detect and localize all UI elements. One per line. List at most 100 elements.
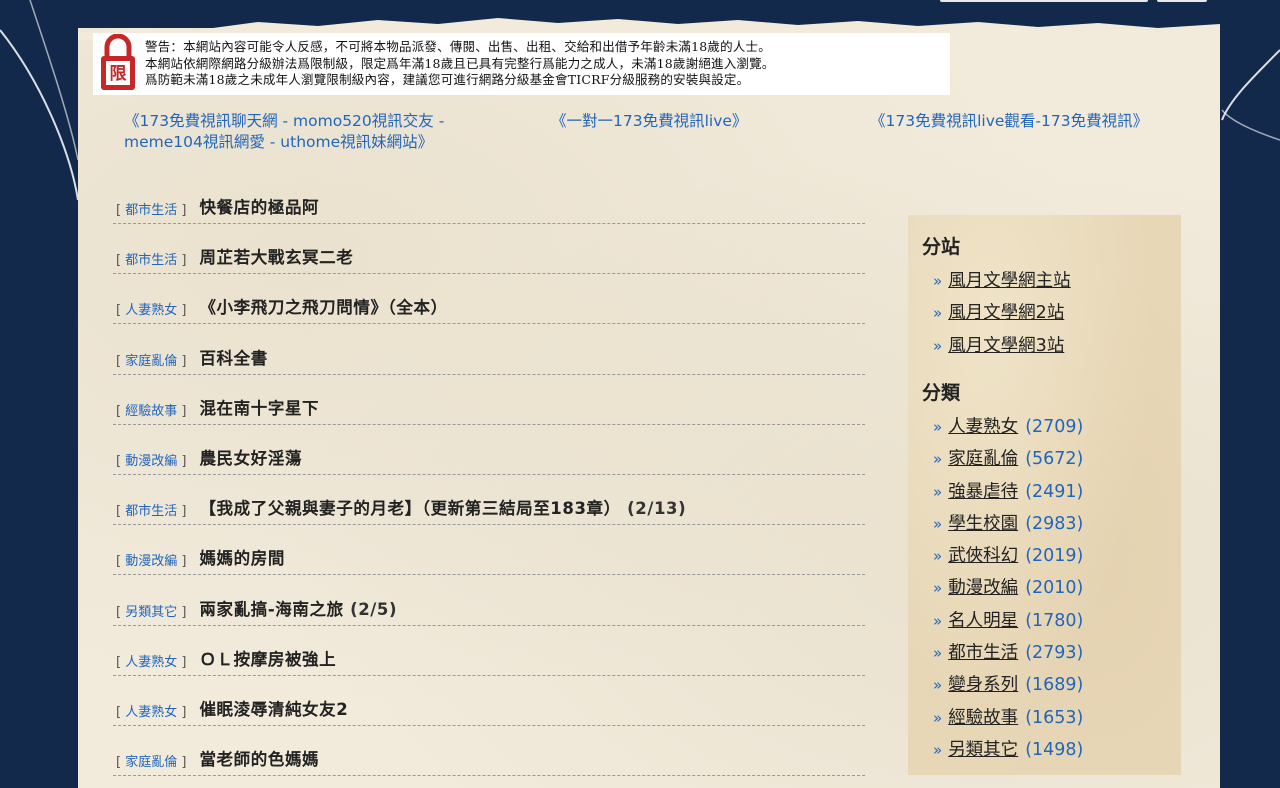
category-count: (2983) bbox=[1025, 513, 1084, 534]
post-category-link[interactable]: [ 人妻熟女 ] bbox=[116, 701, 186, 720]
post-category-link[interactable]: [ 動漫改編 ] bbox=[116, 450, 186, 469]
bullet-arrow-icon: » bbox=[933, 450, 943, 469]
warning-line: 本網站依網際網路分級辦法爲限制級，限定爲年滿18歲且已具有完整行爲能力之成人，未… bbox=[145, 55, 775, 71]
warning-text: 警告：本網站內容可能令人反感，不可將本物品派發、傳閱、出售、出租、交給和出借予年… bbox=[145, 39, 955, 89]
category-count: (1498) bbox=[1025, 739, 1084, 760]
bullet-arrow-icon: » bbox=[933, 611, 943, 630]
sidebar-site-item: » 風月文學網2站 bbox=[933, 299, 1173, 331]
post-title-link[interactable]: ＯＬ按摩房被強上 bbox=[199, 646, 336, 670]
post-category-link[interactable]: [ 都市生活 ] bbox=[116, 199, 186, 218]
category-count: (2491) bbox=[1025, 481, 1084, 502]
sidebar-site-link[interactable]: 風月文學網2站 bbox=[948, 303, 1064, 323]
sidebar-category-item: » 都市生活 (2793) bbox=[933, 639, 1173, 671]
list-item: [ 家庭亂倫 ] 百科全書 bbox=[113, 326, 865, 375]
post-title-link[interactable]: 百科全書 bbox=[199, 345, 267, 369]
sidebar-category-link[interactable]: 變身系列 bbox=[948, 675, 1018, 695]
sidebar-site-item: » 風月文學網3站 bbox=[933, 332, 1173, 364]
category-count: (2709) bbox=[1025, 417, 1084, 437]
sidebar-category-link[interactable]: 名人明星 bbox=[948, 611, 1018, 631]
post-title-link[interactable]: 媽媽的房間 bbox=[199, 545, 285, 569]
post-category-link[interactable]: [ 另類其它 ] bbox=[116, 601, 186, 620]
sidebar-sites-heading: 分站 bbox=[922, 236, 961, 258]
sidebar-category-link[interactable]: 武俠科幻 bbox=[948, 546, 1018, 566]
list-item: [ 人妻熟女 ] ＯＬ按摩房被強上 bbox=[113, 627, 865, 676]
header-search-input[interactable] bbox=[940, 0, 1148, 2]
sidebar-category-link[interactable]: 學生校園 bbox=[948, 514, 1018, 534]
bullet-arrow-icon: » bbox=[933, 708, 943, 727]
post-category-link[interactable]: [ 都市生活 ] bbox=[116, 249, 186, 268]
bullet-arrow-icon: » bbox=[933, 547, 943, 566]
bullet-arrow-icon: » bbox=[933, 304, 943, 323]
category-count: (1780) bbox=[1025, 610, 1084, 631]
post-category-link[interactable]: [ 家庭亂倫 ] bbox=[116, 751, 186, 770]
sidebar-category-item: » 家庭亂倫 (5672) bbox=[933, 445, 1173, 477]
post-category-link[interactable]: [ 都市生活 ] bbox=[116, 500, 186, 519]
category-count: (1653) bbox=[1025, 707, 1084, 728]
sidebar-category-link[interactable]: 動漫改編 bbox=[948, 578, 1018, 598]
bullet-arrow-icon: » bbox=[933, 644, 943, 663]
post-title-link[interactable]: 兩家亂搞-海南之旅 (2/5) bbox=[199, 596, 397, 620]
list-item: [ 動漫改編 ] 農民女好淫蕩 bbox=[113, 426, 865, 475]
post-title-link[interactable]: 農民女好淫蕩 bbox=[199, 445, 302, 469]
sidebar-category-link[interactable]: 都市生活 bbox=[948, 643, 1018, 663]
sidebar-category-item: » 學生校園 (2983) bbox=[933, 510, 1173, 542]
category-count: (1689) bbox=[1025, 675, 1084, 696]
sidebar-category-link[interactable]: 人妻熟女 bbox=[948, 417, 1018, 437]
post-title-link[interactable]: 催眠淩辱清純女友2 bbox=[199, 696, 348, 720]
partner-link-173-live[interactable]: 《一對一173免費視訊live》 bbox=[551, 111, 747, 132]
sidebar-site-link[interactable]: 風月文學網3站 bbox=[948, 336, 1064, 356]
post-title-link[interactable]: 【我成了父親與妻子的月老】（更新第三結局至183章） (2/13) bbox=[199, 495, 686, 519]
post-category-link[interactable]: [ 人妻熟女 ] bbox=[116, 651, 186, 670]
sidebar-category-link[interactable]: 另類其它 bbox=[948, 740, 1018, 760]
post-category-link[interactable]: [ 人妻熟女 ] bbox=[116, 299, 186, 318]
sidebar-category-item: » 動漫改編 (2010) bbox=[933, 574, 1173, 606]
post-category-link[interactable]: [ 經驗故事 ] bbox=[116, 400, 186, 419]
sidebar-sites-list: » 風月文學網主站 » 風月文學網2站 » 風月文學網3站 bbox=[933, 267, 1173, 364]
lock-restricted-icon: 限 bbox=[101, 34, 135, 90]
warning-line: 警告：本網站內容可能令人反感，不可將本物品派發、傳閱、出售、出租、交給和出借予年… bbox=[145, 39, 771, 54]
sidebar-category-item: » 名人明星 (1780) bbox=[933, 607, 1173, 639]
sidebar-category-item: » 變身系列 (1689) bbox=[933, 671, 1173, 703]
sidebar-site-item: » 風月文學網主站 bbox=[933, 267, 1173, 299]
list-item: [ 經驗故事 ] 混在南十字星下 bbox=[113, 376, 865, 425]
category-count: (5672) bbox=[1025, 449, 1084, 470]
partner-link-173-watch[interactable]: 《173免費視訊live觀看-173免費視訊》 bbox=[870, 111, 1148, 132]
list-item: [ 人妻熟女 ] 催眠淩辱清純女友2 bbox=[113, 677, 865, 726]
header-search-button[interactable] bbox=[1157, 0, 1207, 2]
sidebar-category-item: » 武俠科幻 (2019) bbox=[933, 542, 1173, 574]
post-category-link[interactable]: [ 動漫改編 ] bbox=[116, 550, 186, 569]
bullet-arrow-icon: » bbox=[933, 482, 943, 501]
sidebar-site-link[interactable]: 風月文學網主站 bbox=[948, 271, 1071, 291]
post-list: [ 都市生活 ] 快餐店的極品阿 [ 都市生活 ] 周芷若大戰玄冥二老 [ 人妻… bbox=[113, 175, 865, 777]
list-item: [ 都市生活 ] 周芷若大戰玄冥二老 bbox=[113, 225, 865, 275]
bullet-arrow-icon: » bbox=[933, 676, 943, 695]
bullet-arrow-icon: » bbox=[933, 579, 943, 598]
post-title-link[interactable]: 周芷若大戰玄冥二老 bbox=[199, 244, 353, 268]
lock-icon-label: 限 bbox=[110, 64, 127, 84]
list-item: [ 另類其它 ] 兩家亂搞-海南之旅 (2/5) bbox=[113, 577, 865, 626]
post-category-link[interactable]: [ 家庭亂倫 ] bbox=[116, 350, 186, 369]
post-title-link[interactable]: 當老師的色媽媽 bbox=[199, 746, 319, 770]
bullet-arrow-icon: » bbox=[933, 418, 943, 436]
list-item: [ 人妻熟女 ] 《小李飛刀之飛刀問情》（全本） bbox=[113, 275, 865, 325]
partner-link-173-chat[interactable]: 《173免費視訊聊天網 - momo520視訊交友 - meme104視訊網愛 … bbox=[124, 111, 474, 153]
list-item: [ 動漫改編 ] 媽媽的房間 bbox=[113, 526, 865, 576]
sidebar-category-item: » 另類其它 (1498) bbox=[933, 736, 1173, 768]
list-item: [ 都市生活 ] 快餐店的極品阿 bbox=[113, 175, 865, 224]
post-title-link[interactable]: 混在南十字星下 bbox=[199, 395, 319, 419]
list-item: [ 家庭亂倫 ] 當老師的色媽媽 bbox=[113, 727, 865, 777]
sidebar-category-item: » 經驗故事 (1653) bbox=[933, 704, 1173, 736]
sidebar-category-link[interactable]: 強暴虐待 bbox=[948, 482, 1018, 502]
post-title-link[interactable]: 快餐店的極品阿 bbox=[199, 194, 319, 218]
bullet-arrow-icon: » bbox=[933, 272, 943, 290]
sidebar-category-link[interactable]: 經驗故事 bbox=[948, 708, 1018, 728]
bullet-arrow-icon: » bbox=[933, 740, 943, 759]
sidebar-categories-heading: 分類 bbox=[922, 382, 961, 404]
bullet-arrow-icon: » bbox=[933, 336, 943, 355]
list-item: [ 都市生活 ] 【我成了父親與妻子的月老】（更新第三結局至183章） (2/1… bbox=[113, 476, 865, 526]
sidebar-category-link[interactable]: 家庭亂倫 bbox=[948, 449, 1018, 469]
sidebar-category-item: » 人妻熟女 (2709) bbox=[933, 413, 1173, 445]
post-title-link[interactable]: 《小李飛刀之飛刀問情》（全本） bbox=[199, 294, 447, 318]
sidebar-category-item: » 強暴虐待 (2491) bbox=[933, 478, 1173, 510]
category-count: (2793) bbox=[1025, 643, 1084, 664]
